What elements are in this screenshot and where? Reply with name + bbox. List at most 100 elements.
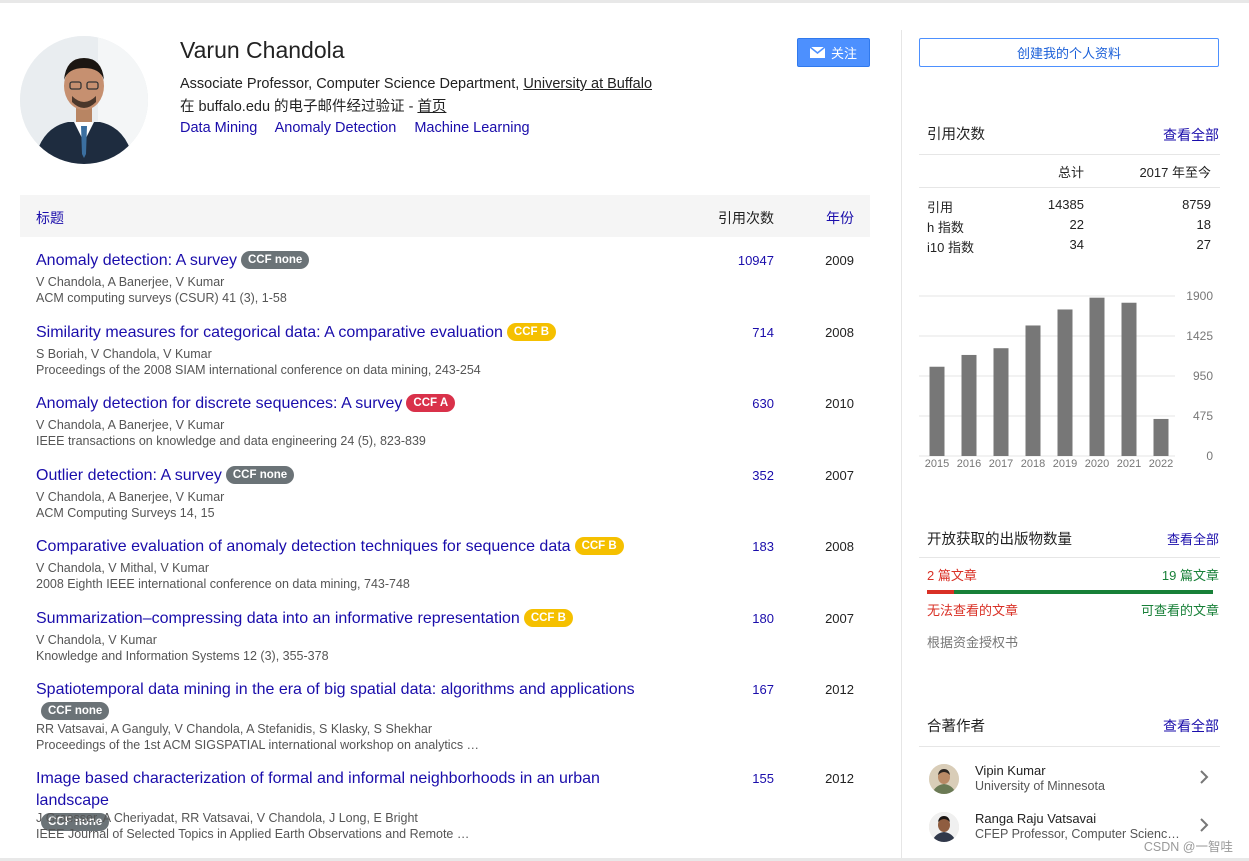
sort-by-year[interactable]: 年份 [826, 208, 854, 228]
coauthor-name: Vipin Kumar [975, 763, 1046, 778]
university-link[interactable]: University at Buffalo [523, 76, 652, 92]
chart-x-tick-label: 2022 [1149, 458, 1173, 470]
paper-venue: 2008 Eighth IEEE international conferenc… [36, 577, 410, 591]
paper-venue: IEEE transactions on knowledge and data … [36, 434, 426, 448]
create-profile-button[interactable]: 创建我的个人资料 [919, 38, 1219, 67]
paper-year: 2008 [825, 539, 854, 554]
stat-total-h-index: 22 [1069, 217, 1084, 232]
mail-icon [809, 47, 825, 58]
chart-bar-2019[interactable] [1057, 309, 1073, 456]
paper-title-link[interactable]: Comparative evaluation of anomaly detect… [36, 536, 676, 558]
citation-count-link[interactable]: 714 [752, 325, 774, 340]
chart-bar-2022[interactable] [1153, 418, 1169, 456]
open-access-title: 开放获取的出版物数量 [927, 532, 1072, 548]
paper-authors: J Graesser, A Cheriyadat, RR Vatsavai, V… [36, 811, 418, 825]
paper-authors: V Chandola, V Mithal, V Kumar [36, 561, 209, 575]
paper-authors: RR Vatsavai, A Ganguly, V Chandola, A St… [36, 722, 433, 736]
stat-since-h-index: 18 [1196, 217, 1211, 232]
divider [919, 154, 1220, 155]
citation-count-link[interactable]: 167 [752, 682, 774, 697]
citations-view-all-link[interactable]: 查看全部 [1163, 125, 1219, 145]
paper-title-text[interactable]: Comparative evaluation of anomaly detect… [36, 538, 571, 555]
coauthor-avatar [929, 764, 959, 794]
chart-x-tick-label: 2015 [925, 458, 949, 470]
divider [919, 187, 1220, 188]
coauthor-item[interactable]: Vipin Kumar University of Minnesota [919, 761, 1220, 801]
chevron-right-icon [1200, 770, 1209, 784]
stat-label-citations: 引用 [927, 200, 954, 215]
chart-bar-2018[interactable] [1025, 325, 1041, 456]
stat-label-h-index: h 指数 [927, 220, 964, 235]
research-interests: Data Mining Anomaly Detection Machine Le… [180, 120, 544, 136]
open-access-bar-unavailable [927, 590, 955, 594]
top-border [0, 0, 1249, 3]
verified-email: 在 buffalo.edu 的电子邮件经过验证 - 首页 [180, 95, 446, 116]
chart-bar-2017[interactable] [993, 348, 1009, 456]
chart-x-tick-label: 2019 [1053, 458, 1077, 470]
paper-venue: ACM Computing Surveys 14, 15 [36, 506, 215, 520]
paper-title-text[interactable]: Summarization–compressing data into an i… [36, 610, 520, 627]
chart-bar-2021[interactable] [1121, 302, 1137, 456]
chart-bar-2015[interactable] [929, 366, 945, 456]
chart-y-tick-label: 475 [1193, 409, 1213, 423]
coauthor-name: Ranga Raju Vatsavai [975, 811, 1097, 826]
table-row: Summarization–compressing data into an i… [20, 608, 870, 679]
paper-title-link[interactable]: Summarization–compressing data into an i… [36, 608, 676, 630]
paper-title-text[interactable]: Similarity measures for categorical data… [36, 324, 503, 341]
table-row: Spatiotemporal data mining in the era of… [20, 679, 870, 768]
chart-x-tick-label: 2017 [989, 458, 1013, 470]
paper-title-text[interactable]: Anomaly detection for discrete sequences… [36, 395, 402, 412]
profile-name: Varun Chandola [180, 37, 345, 63]
table-header: 标题 引用次数 年份 [20, 195, 870, 237]
coauthor-affiliation: University of Minnesota [975, 779, 1105, 793]
publication-list: Anomaly detection: A survey CCF none V Ch… [20, 250, 870, 848]
citation-count-link[interactable]: 155 [752, 771, 774, 786]
open-access-bar [927, 590, 1213, 594]
paper-title-text[interactable]: Spatiotemporal data mining in the era of… [36, 681, 635, 698]
interest-data-mining[interactable]: Data Mining [180, 120, 257, 136]
paper-title-link[interactable]: Spatiotemporal data mining in the era of… [36, 679, 676, 723]
citation-count-link[interactable]: 352 [752, 468, 774, 483]
paper-year: 2010 [825, 396, 854, 411]
ccf-badge: CCF B [523, 609, 573, 627]
paper-title-text[interactable]: Anomaly detection: A survey [36, 252, 237, 269]
citation-count-link[interactable]: 183 [752, 539, 774, 554]
profile-avatar [20, 36, 148, 164]
chart-y-tick-label: 950 [1193, 369, 1213, 383]
paper-year: 2007 [825, 611, 854, 626]
follow-button[interactable]: 关注 [797, 38, 870, 67]
homepage-link[interactable]: 首页 [417, 99, 446, 115]
funding-mandates-label: 根据资金授权书 [927, 635, 1019, 650]
stats-header-total: 总计 [1058, 165, 1085, 180]
paper-authors: V Chandola, A Banerjee, V Kumar [36, 490, 225, 504]
paper-title-link[interactable]: Similarity measures for categorical data… [36, 322, 676, 344]
paper-authors: V Chandola, V Kumar [36, 633, 157, 647]
ccf-badge: CCF B [506, 323, 557, 341]
paper-title-link[interactable]: Anomaly detection: A survey CCF none [36, 250, 676, 272]
ccf-badge: CCF B [574, 537, 624, 555]
chart-bar-2016[interactable] [961, 354, 977, 456]
paper-year: 2007 [825, 468, 854, 483]
oa-unavailable-count-link[interactable]: 2 篇文章 [927, 565, 977, 584]
chart-bar-2020[interactable] [1089, 297, 1105, 456]
paper-authors: S Boriah, V Chandola, V Kumar [36, 347, 212, 361]
oa-available-count-link[interactable]: 19 篇文章 [1162, 565, 1219, 584]
stat-total-i10-index: 34 [1069, 237, 1084, 252]
chart-x-tick-label: 2020 [1085, 458, 1109, 470]
sort-by-title[interactable]: 标题 [36, 208, 64, 228]
interest-machine-learning[interactable]: Machine Learning [414, 120, 529, 136]
paper-title-link[interactable]: Anomaly detection for discrete sequences… [36, 393, 676, 415]
paper-title-text[interactable]: Outlier detection: A survey [36, 467, 222, 484]
citation-count-link[interactable]: 10947 [738, 253, 774, 268]
table-row: Outlier detection: A survey CCF none V Ch… [20, 465, 870, 536]
paper-title-link[interactable]: Outlier detection: A survey CCF none [36, 465, 676, 487]
citation-count-link[interactable]: 180 [752, 611, 774, 626]
paper-authors: V Chandola, A Banerjee, V Kumar [36, 418, 225, 432]
paper-title-text[interactable]: Image based characterization of formal a… [36, 770, 600, 809]
open-access-view-all-link[interactable]: 查看全部 [1167, 529, 1219, 548]
coauthors-view-all-link[interactable]: 查看全部 [1163, 716, 1219, 736]
citation-count-link[interactable]: 630 [752, 396, 774, 411]
ccf-badge: CCF none [225, 466, 295, 484]
interest-anomaly-detection[interactable]: Anomaly Detection [275, 120, 397, 136]
sort-by-citations[interactable]: 引用次数 [718, 208, 774, 228]
